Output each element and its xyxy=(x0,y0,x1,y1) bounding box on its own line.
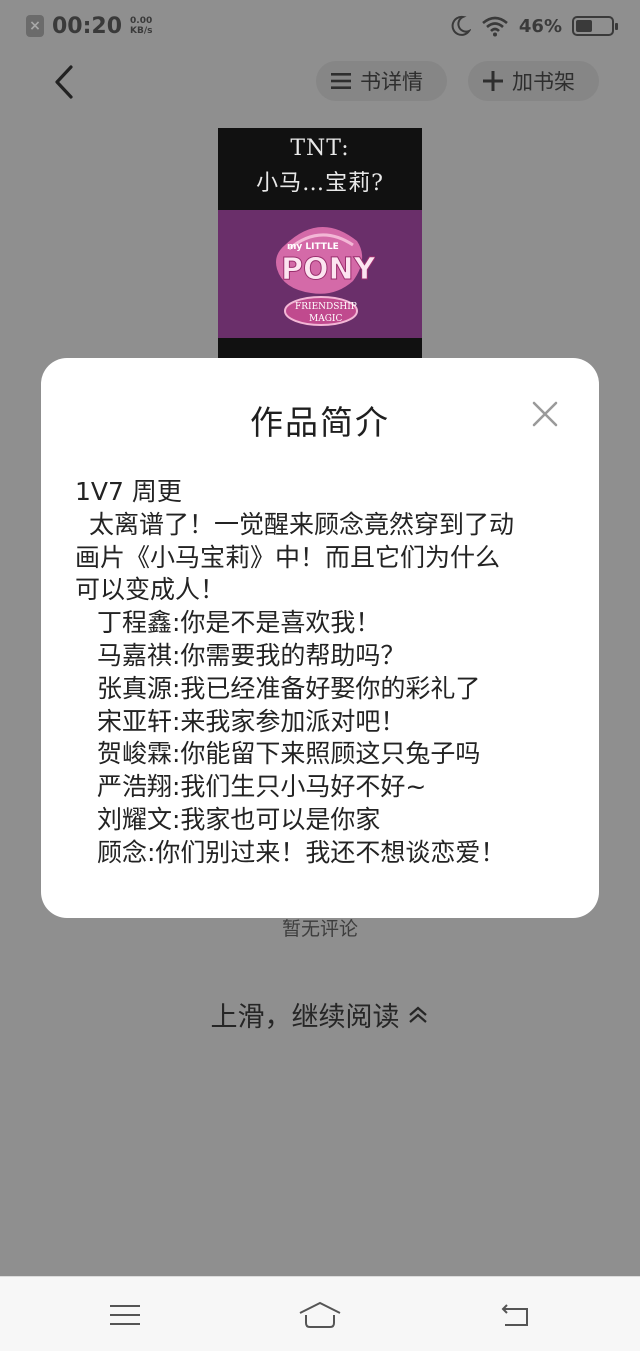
svg-text:my LITTLE: my LITTLE xyxy=(287,242,339,252)
add-to-shelf-button[interactable]: 加书架 xyxy=(468,61,599,101)
battery-fill xyxy=(576,20,592,32)
battery-percent: 46% xyxy=(518,15,562,37)
synopsis-line: 可以变成人！ xyxy=(75,575,226,605)
notification-x-icon: × xyxy=(26,15,44,37)
synopsis-line: 顾念:你们别过来！我还不想谈恋爱！ xyxy=(97,837,506,867)
no-comments-text: 暂无评论 xyxy=(281,918,358,940)
book-detail-label: 书详情 xyxy=(360,70,423,94)
chevron-left-icon xyxy=(55,65,73,99)
back-nav-button[interactable] xyxy=(493,1295,537,1335)
synopsis-line: 马嘉祺:你需要我的帮助吗？ xyxy=(97,640,406,670)
battery-icon xyxy=(572,16,618,36)
home-button[interactable] xyxy=(298,1295,342,1335)
wifi-icon xyxy=(482,16,508,37)
status-time: 00:20 xyxy=(52,13,123,39)
close-button[interactable] xyxy=(531,400,559,428)
book-detail-button[interactable]: 书详情 xyxy=(316,61,447,101)
menu-button[interactable] xyxy=(103,1295,147,1335)
svg-text:PONY: PONY xyxy=(281,252,375,287)
synopsis-line: 刘耀文:我家也可以是你家 xyxy=(97,804,381,834)
modal-title: 作品简介 xyxy=(250,403,390,442)
synopsis-line: 1V7 周更 xyxy=(75,477,182,506)
book-cover: TNT: 小马…宝莉? my LITTLE PONY FRIENDSHIP MA… xyxy=(218,128,422,358)
synopsis-line: 太离谱了！一觉醒来顾念竟然穿到了动 xyxy=(89,509,515,539)
double-chevron-up-icon xyxy=(408,1006,427,1023)
close-icon xyxy=(532,401,558,427)
back-button[interactable] xyxy=(44,60,84,104)
synopsis-body: 1V7 周更 太离谱了！一觉醒来顾念竟然穿到了动 画片《小马宝莉》中！而且它们为… xyxy=(75,476,575,870)
cover-bottom-strip xyxy=(218,338,422,358)
status-bar: × 00:20 0.00 KB/s 46% xyxy=(0,0,640,52)
cover-title-area: TNT: 小马…宝莉? xyxy=(218,128,422,210)
synopsis-modal: 作品简介 1V7 周更 太离谱了！一觉醒来顾念竟然穿到了动 画片《小马宝莉》中！… xyxy=(41,358,599,918)
list-icon xyxy=(331,73,351,89)
status-right: 46% xyxy=(451,15,618,37)
synopsis-line: 贺峻霖:你能留下来照顾这只兔子吗 xyxy=(97,739,481,769)
my-little-pony-logo: my LITTLE PONY FRIENDSHIP MAGIC xyxy=(276,226,375,326)
plus-icon xyxy=(483,71,503,91)
status-left: × 00:20 0.00 KB/s xyxy=(26,14,153,39)
svg-text:MAGIC: MAGIC xyxy=(309,314,342,324)
system-nav-bar xyxy=(0,1276,640,1351)
cover-logo-area: my LITTLE PONY FRIENDSHIP MAGIC xyxy=(218,210,422,338)
swipe-up-label: 上滑，继续阅读 xyxy=(210,1002,400,1033)
swipe-up-continue[interactable]: 上滑，继续阅读 xyxy=(0,995,640,1034)
synopsis-line: 宋亚轩:来我家参加派对吧！ xyxy=(97,706,406,736)
synopsis-line: 张真源:我已经准备好娶你的彩礼了 xyxy=(97,673,481,703)
network-speed-unit: KB/s xyxy=(130,26,153,36)
return-icon xyxy=(501,1304,528,1326)
menu-icon xyxy=(110,1305,140,1325)
moon-icon xyxy=(451,15,471,36)
home-icon xyxy=(299,1301,341,1328)
add-to-shelf-label: 加书架 xyxy=(512,70,575,94)
synopsis-line: 画片《小马宝莉》中！而且它们为什么 xyxy=(75,542,501,572)
network-speed: 0.00 KB/s xyxy=(130,16,152,36)
synopsis-line: 严浩翔:我们生只小马好不好~ xyxy=(97,772,427,802)
svg-text:FRIENDSHIP: FRIENDSHIP xyxy=(295,302,357,312)
cover-title-line1: TNT: xyxy=(290,136,350,161)
cover-title-line2: 小马…宝莉? xyxy=(256,171,384,196)
synopsis-line: 丁程鑫:你是不是喜欢我！ xyxy=(97,608,381,638)
network-speed-value: 0.00 xyxy=(130,16,153,26)
